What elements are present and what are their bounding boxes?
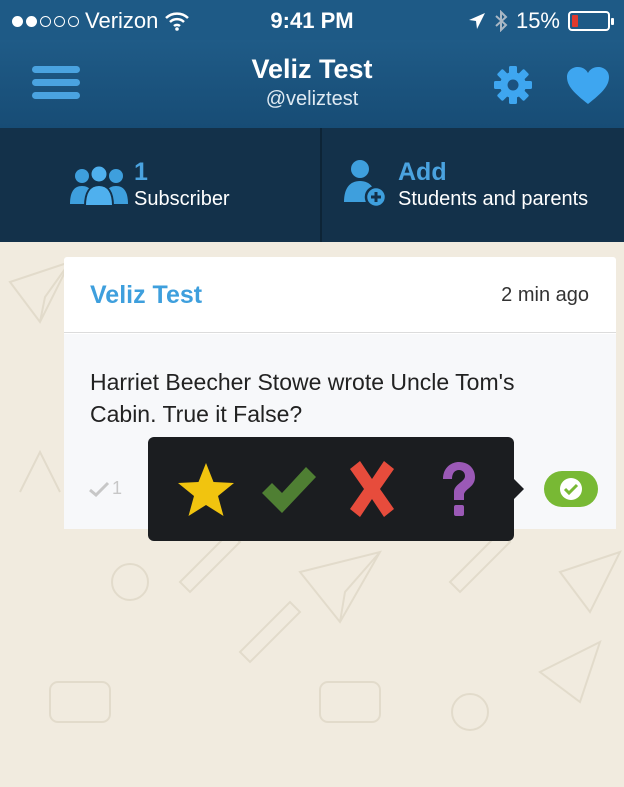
heart-icon[interactable] — [566, 66, 610, 106]
reaction-toggle-button[interactable] — [544, 471, 598, 507]
subscribers-button[interactable]: 1 Subscriber — [0, 128, 320, 242]
check-count-value: 1 — [112, 478, 123, 498]
status-right: 15% — [468, 8, 614, 34]
post-timestamp: 2 min ago — [501, 284, 589, 306]
add-sublabel: Students and parents — [398, 188, 589, 210]
status-bar: Verizon 9:41 PM 15% — [0, 0, 624, 40]
checkmark-circle-icon — [560, 478, 582, 500]
x-icon[interactable] — [342, 461, 402, 519]
nav-bar: Veliz Test @veliztest — [0, 40, 624, 128]
gear-icon[interactable] — [492, 64, 534, 106]
battery-icon — [568, 11, 614, 31]
add-students-button[interactable]: Add Students and parents — [322, 128, 624, 242]
post-header: Veliz Test 2 min ago — [64, 257, 616, 333]
battery-percent: 15% — [515, 8, 560, 33]
group-icon — [70, 164, 128, 206]
star-icon[interactable] — [176, 461, 236, 519]
add-person-icon — [344, 160, 388, 209]
post-author[interactable]: Veliz Test — [90, 281, 202, 310]
post-text: Harriet Beecher Stowe wrote Uncle Tom's … — [90, 369, 515, 427]
subscriber-count: 1 — [134, 158, 148, 186]
small-check-icon — [89, 481, 110, 497]
checkmark-icon[interactable] — [258, 461, 318, 519]
bluetooth-icon — [495, 10, 508, 32]
question-icon[interactable] — [428, 461, 488, 519]
add-label: Add — [398, 158, 447, 186]
location-arrow-icon — [468, 13, 485, 29]
reaction-popup — [148, 437, 524, 541]
check-count[interactable]: 1 — [88, 478, 122, 499]
subscriber-label: Subscriber — [134, 188, 230, 210]
class-bar: 1 Subscriber Add Students and parents — [0, 128, 624, 242]
